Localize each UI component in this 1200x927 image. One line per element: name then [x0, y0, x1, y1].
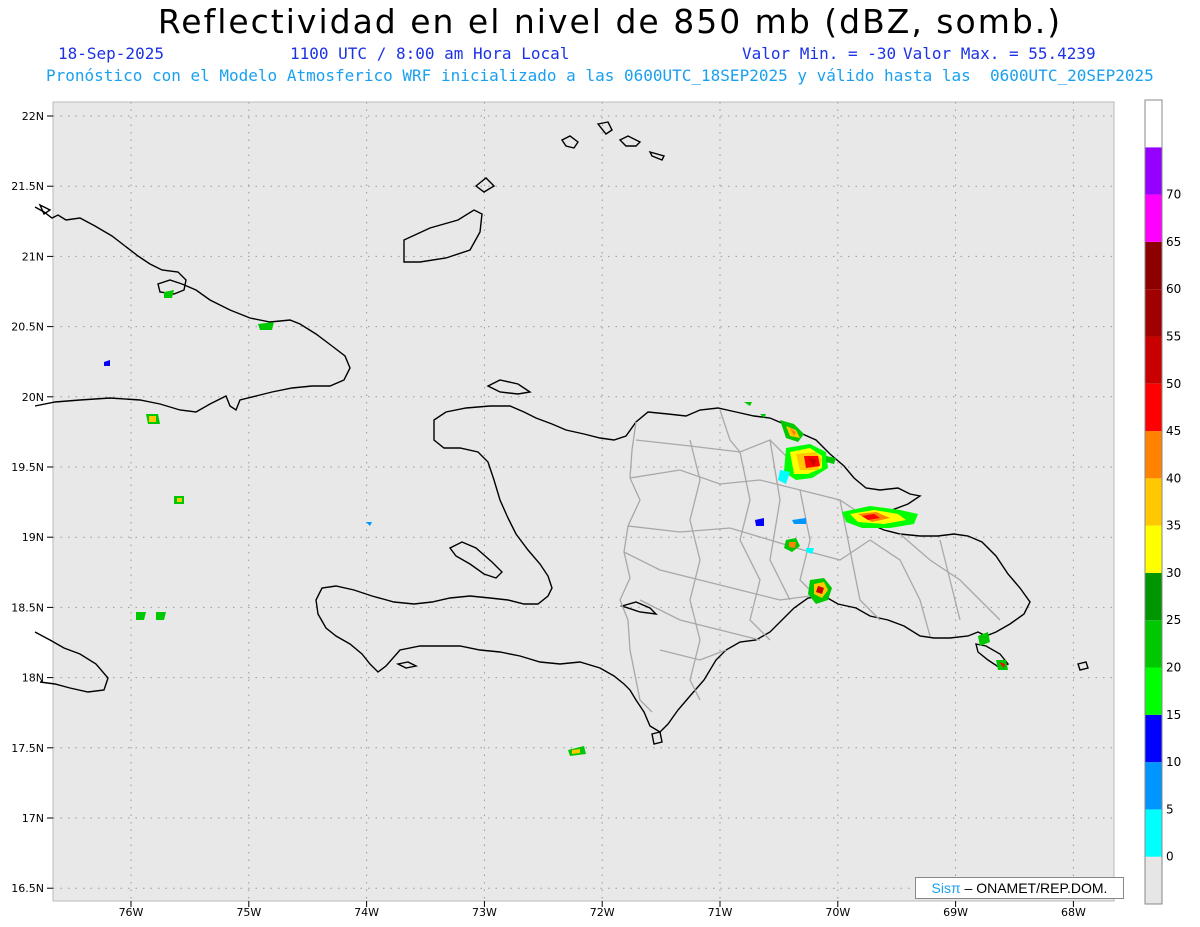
lat-label: 19.5N [11, 461, 44, 474]
colorbar-label: 20 [1166, 661, 1181, 675]
colorbar-segment [1145, 667, 1162, 715]
lat-label: 21.5N [11, 180, 44, 193]
credit-sis: Sisπ [931, 880, 961, 896]
lon-label: 70W [825, 906, 850, 919]
lat-label: 22N [22, 110, 44, 123]
colorbar-label: 65 [1166, 235, 1181, 249]
colorbar-segment [1145, 147, 1162, 195]
colorbar-label: 15 [1166, 708, 1181, 722]
lat-label: 18.5N [11, 601, 44, 614]
colorbar-segment [1145, 525, 1162, 573]
colorbar-segment [1145, 336, 1162, 384]
reflectivity-map: 22N21.5N21N20.5N20N19.5N19N18.5N18N17.5N… [11, 99, 1181, 919]
colorbar-segment [1145, 572, 1162, 621]
colorbar-label: 50 [1166, 377, 1181, 391]
lon-label: 74W [354, 906, 379, 919]
colorbar-segment [1145, 478, 1162, 526]
colorbar-label: 55 [1166, 329, 1181, 343]
colorbar-label: 45 [1166, 424, 1181, 438]
plot-area [52, 101, 1115, 902]
colorbar-label: 5 [1166, 802, 1174, 816]
lat-label: 19N [22, 531, 44, 544]
colorbar-segment [1145, 431, 1162, 479]
colorbar-segment [1145, 289, 1162, 337]
colorbar-label: 10 [1166, 755, 1181, 769]
lon-label: 69W [943, 906, 968, 919]
lat-label: 16.5N [11, 882, 44, 895]
lon-label: 73W [472, 906, 497, 919]
colorbar-label: 25 [1166, 613, 1181, 627]
colorbar-label: 30 [1166, 566, 1181, 580]
colorbar-segment [1145, 241, 1162, 290]
lon-label: 76W [119, 906, 144, 919]
colorbar-segment [1145, 762, 1162, 810]
longitude-labels: 76W 75W 74W 73W 72W 71W 70W 69W 68W [119, 906, 1086, 919]
colorbar-label: 0 [1166, 850, 1174, 864]
lat-label: 21N [22, 250, 44, 263]
lat-label: 20.5N [11, 321, 44, 334]
credit-org: – ONAMET/REP.DOM. [960, 880, 1108, 896]
colorbar-segment [1145, 194, 1162, 242]
colorbar-segment [1145, 620, 1162, 668]
credit-box: Sisπ – ONAMET/REP.DOM. [915, 877, 1124, 899]
colorbar-segment [1145, 809, 1162, 857]
lon-label: 72W [590, 906, 615, 919]
colorbar-label: 40 [1166, 471, 1181, 485]
colorbar-label: 60 [1166, 282, 1181, 296]
latitude-labels: 22N21.5N21N20.5N20N19.5N19N18.5N18N17.5N… [11, 110, 44, 895]
lat-label: 20N [22, 391, 44, 404]
colorbar-segment [1145, 383, 1162, 432]
colorbar-label: 70 [1166, 188, 1181, 202]
cuba-north-cays [38, 203, 52, 216]
colorbar: 0 5 10 15 20 25 30 35 40 45 50 55 60 65 70 [1144, 99, 1181, 905]
colorbar-label: 35 [1166, 519, 1181, 533]
colorbar-segment [1145, 856, 1162, 904]
lon-label: 75W [236, 906, 261, 919]
lat-label: 17.5N [11, 742, 44, 755]
lat-label: 17N [22, 812, 44, 825]
lon-label: 71W [708, 906, 733, 919]
lon-label: 68W [1061, 906, 1086, 919]
colorbar-segment [1145, 714, 1162, 763]
colorbar-segment [1145, 100, 1162, 148]
